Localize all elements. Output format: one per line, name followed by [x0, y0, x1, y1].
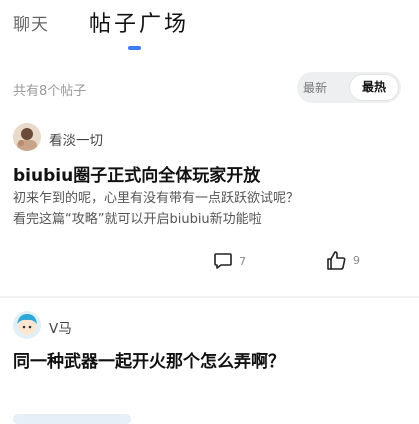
comment-count: 7	[239, 254, 246, 268]
sort-newest-button[interactable]: 最新	[303, 79, 327, 96]
avatar[interactable]	[13, 123, 41, 151]
comment-icon	[214, 253, 232, 269]
post-count: 共有8个帖子	[13, 84, 87, 99]
sort-hottest-button[interactable]: 最热	[349, 74, 399, 101]
tab-post-plaza[interactable]: 帖子广场	[89, 6, 189, 38]
avatar-image	[13, 311, 41, 339]
post-title[interactable]: 同一种武器一起开火那个怎么弄啊？	[13, 347, 285, 372]
post-divider	[0, 296, 419, 298]
like-count: 9	[353, 254, 360, 267]
like-button[interactable]: 9	[326, 250, 360, 271]
sort-toggle: 最新 最热	[297, 72, 401, 103]
post-body-line: 看完这篇“攻略”就可以开启biubiu新功能啦	[13, 212, 262, 227]
post-author[interactable]: V马	[49, 317, 72, 337]
post-title[interactable]: biubiu圈子正式向全体玩家开放	[13, 161, 260, 186]
thumbs-up-icon	[327, 251, 346, 270]
avatar-image	[13, 123, 41, 151]
post-tag	[13, 414, 131, 424]
tab-bar: 聊天 帖子广场	[0, 0, 419, 60]
post-author[interactable]: 看淡一切	[49, 129, 103, 149]
comment-button[interactable]: 7	[213, 251, 246, 271]
active-tab-indicator	[128, 46, 141, 50]
avatar[interactable]	[13, 311, 41, 339]
post-body-line: 初来乍到的呢，心里有没有带有一点跃跃欲试呢？	[13, 191, 300, 206]
tab-chat[interactable]: 聊天	[13, 10, 49, 35]
